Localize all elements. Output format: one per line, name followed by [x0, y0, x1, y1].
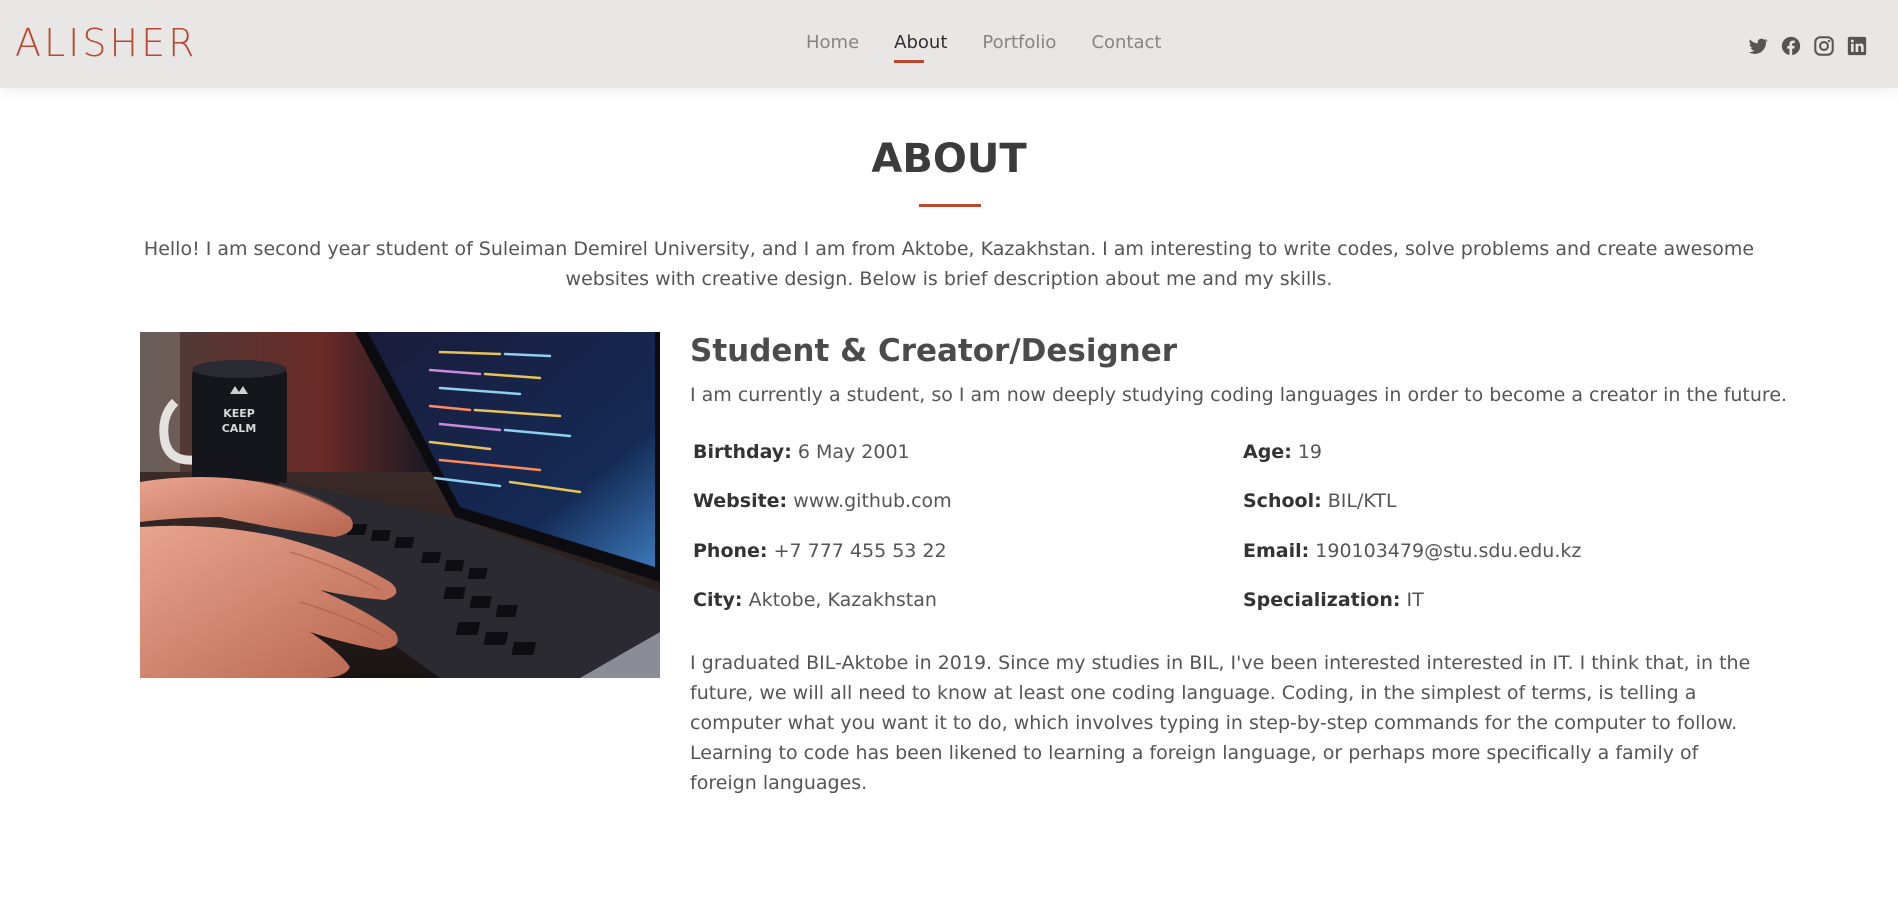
about-photo: KEEP CALM	[140, 332, 660, 678]
info-city: City: Aktobe, Kazakhstan	[693, 585, 937, 615]
facebook-icon[interactable]	[1780, 35, 1802, 57]
info-birthday: Birthday: 6 May 2001	[693, 437, 910, 467]
info-label: School:	[1243, 490, 1322, 512]
info-value: 190103479@stu.sdu.edu.kz	[1315, 540, 1582, 562]
intro-text: Hello! I am second year student of Sulei…	[143, 238, 1755, 290]
laptop-photo-illustration: KEEP CALM	[140, 332, 660, 678]
info-label: Birthday:	[693, 441, 792, 463]
site-logo[interactable]: ALISHER	[15, 20, 197, 66]
main-nav: Home About Portfolio Contact	[806, 31, 1196, 63]
info-label: Age:	[1243, 441, 1292, 463]
info-website: Website: www.github.com	[693, 486, 952, 516]
info-value: Aktobe, Kazakhstan	[748, 589, 937, 611]
instagram-icon[interactable]	[1813, 35, 1835, 57]
info-school: School: BIL/KTL	[1243, 486, 1397, 516]
info-value: www.github.com	[793, 490, 952, 512]
info-value: 19	[1297, 441, 1323, 463]
info-age: Age: 19	[1243, 437, 1322, 467]
info-label: Phone:	[693, 540, 768, 562]
svg-text:CALM: CALM	[222, 422, 257, 435]
site-header: ALISHER Home About Portfolio Contact	[0, 0, 1898, 88]
info-specialization: Specialization: IT	[1243, 585, 1424, 615]
content-lead: I am currently a student, so I am now de…	[690, 384, 1788, 406]
info-label: Specialization:	[1243, 589, 1401, 611]
content-subtitle: Student & Creator/Designer	[690, 333, 1178, 369]
info-label: City:	[693, 589, 743, 611]
nav-item-contact[interactable]: Contact	[1091, 31, 1161, 55]
info-value: BIL/KTL	[1327, 490, 1397, 512]
social-links	[1747, 35, 1868, 57]
info-value: +7 777 455 53 22	[773, 540, 947, 562]
section-title: ABOUT	[871, 136, 1027, 182]
info-label: Website:	[693, 490, 788, 512]
info-phone: Phone: +7 777 455 53 22	[693, 536, 947, 566]
info-value: 6 May 2001	[797, 441, 910, 463]
nav-item-portfolio[interactable]: Portfolio	[982, 31, 1056, 55]
svg-text:KEEP: KEEP	[223, 407, 255, 420]
info-email: Email: 190103479@stu.sdu.edu.kz	[1243, 536, 1581, 566]
content-body: I graduated BIL-Aktobe in 2019. Since my…	[690, 652, 1751, 794]
info-value: IT	[1406, 589, 1424, 611]
linkedin-icon[interactable]	[1846, 35, 1868, 57]
twitter-icon[interactable]	[1747, 35, 1769, 57]
info-label: Email:	[1243, 540, 1310, 562]
nav-item-about[interactable]: About	[894, 31, 947, 63]
title-underline	[919, 204, 981, 207]
nav-item-home[interactable]: Home	[806, 31, 859, 55]
